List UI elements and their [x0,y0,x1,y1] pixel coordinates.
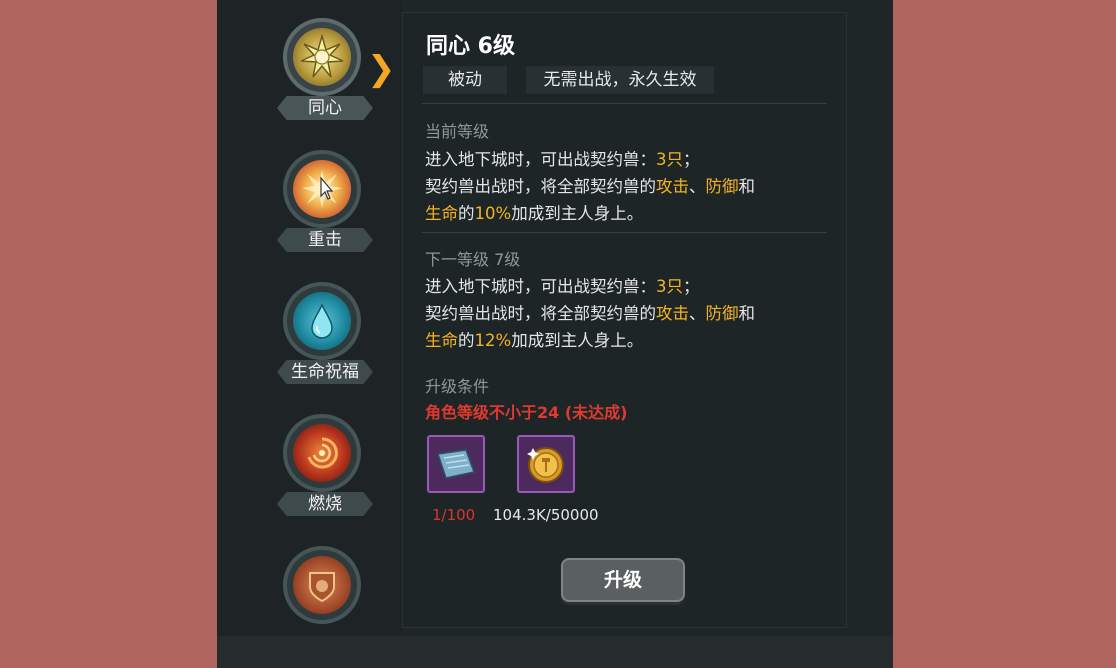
skill-icon-frame [283,18,361,96]
skill-title: 同心 6级 [426,34,515,59]
selection-chevron-icon: ❯ [367,49,396,89]
skill-icon-frame [283,546,361,624]
shield-icon [293,556,351,614]
skill-item-tongxin[interactable]: 同心 [277,18,373,128]
sun-icon [293,28,351,86]
current-level-line-1: 进入地下城时，可出战契约兽：3只； [425,150,700,169]
current-level-heading: 当前等级 [425,122,490,141]
next-level-heading: 下一等级 7级 [425,250,521,269]
next-level-line-2: 契约兽出战时，将全部契约兽的攻击、防御和 [425,304,755,323]
requirement-warning: 角色等级不小于24 (未达成) [425,403,628,422]
water-drop-icon [293,292,351,350]
skill-type-tag: 被动 [423,66,507,94]
scroll-icon [437,449,475,479]
burst-icon [293,160,351,218]
skill-item-5[interactable] [283,546,369,656]
next-level-line-1: 进入地下城时，可出战契约兽：3只； [425,277,700,296]
material-count-scroll: 1/100 [432,506,476,524]
material-count-gold: 104.3K/50000 [493,506,599,524]
material-slot-gold[interactable] [517,435,575,493]
divider [422,232,827,233]
material-slot-scroll[interactable] [427,435,485,493]
requirements-heading: 升级条件 [425,377,490,396]
skill-item-zhongji[interactable]: 重击 [277,150,373,260]
next-level-line-3: 生命的12%加成到主人身上。 [425,331,644,350]
skill-label: 同心 [277,96,373,120]
divider [422,103,827,104]
skill-icon-frame [283,414,361,492]
gold-coin-icon [527,447,564,483]
game-frame: 同心 ❯ 重击 生命祝福 燃烧 同心 6级 被动 无需出战，永久生效 当前等级 … [217,0,893,668]
fire-swirl-icon [293,424,351,482]
current-level-line-3: 生命的10%加成到主人身上。 [425,204,644,223]
skill-item-ranshao[interactable]: 燃烧 [277,414,373,524]
skill-effect-tag: 无需出战，永久生效 [526,66,714,94]
skill-icon-frame [283,150,361,228]
skill-icon-frame [283,282,361,360]
skill-label: 生命祝福 [277,360,373,384]
upgrade-button[interactable]: 升级 [561,558,685,602]
skill-label: 重击 [277,228,373,252]
skill-label: 燃烧 [277,492,373,516]
current-level-line-2: 契约兽出战时，将全部契约兽的攻击、防御和 [425,177,755,196]
skill-item-shengmingzhufu[interactable]: 生命祝福 [277,282,373,392]
